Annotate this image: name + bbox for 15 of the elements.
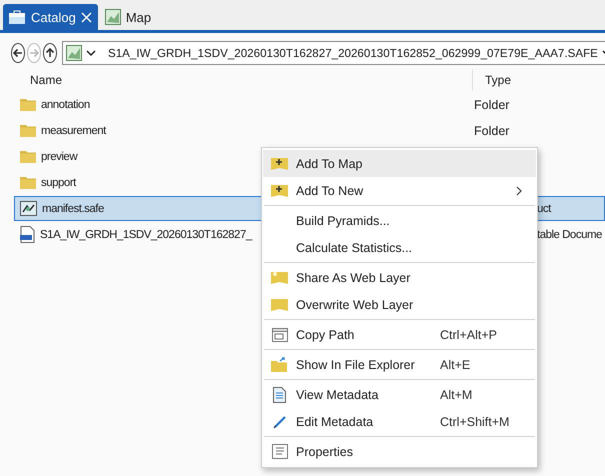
file-name: measurement (41, 124, 106, 136)
file-type: table Docume (536, 228, 603, 240)
shortcut-text: Alt+M (440, 388, 474, 402)
file-name: S1A_IW_GRDH_1SDV_20260130T162827_ (40, 228, 252, 240)
file-name: preview (41, 150, 78, 162)
shortcut-text: Ctrl+Alt+P (440, 328, 498, 342)
file-type: Folder (474, 124, 510, 138)
file-type: Folder (474, 98, 510, 112)
file-type: uct (536, 202, 552, 214)
file-name: annotation (41, 98, 90, 110)
path-text: S1A_IW_GRDH_1SDV_20260130T162827_20260130T162852_062999_07E79E_AAA7.SAFE (108, 46, 598, 60)
file-name: manifest.safe (42, 202, 104, 214)
shortcut-text: Ctrl+Shift+M (440, 414, 510, 428)
shortcut-text: Alt+E (440, 358, 472, 372)
file-name: support (41, 176, 76, 188)
